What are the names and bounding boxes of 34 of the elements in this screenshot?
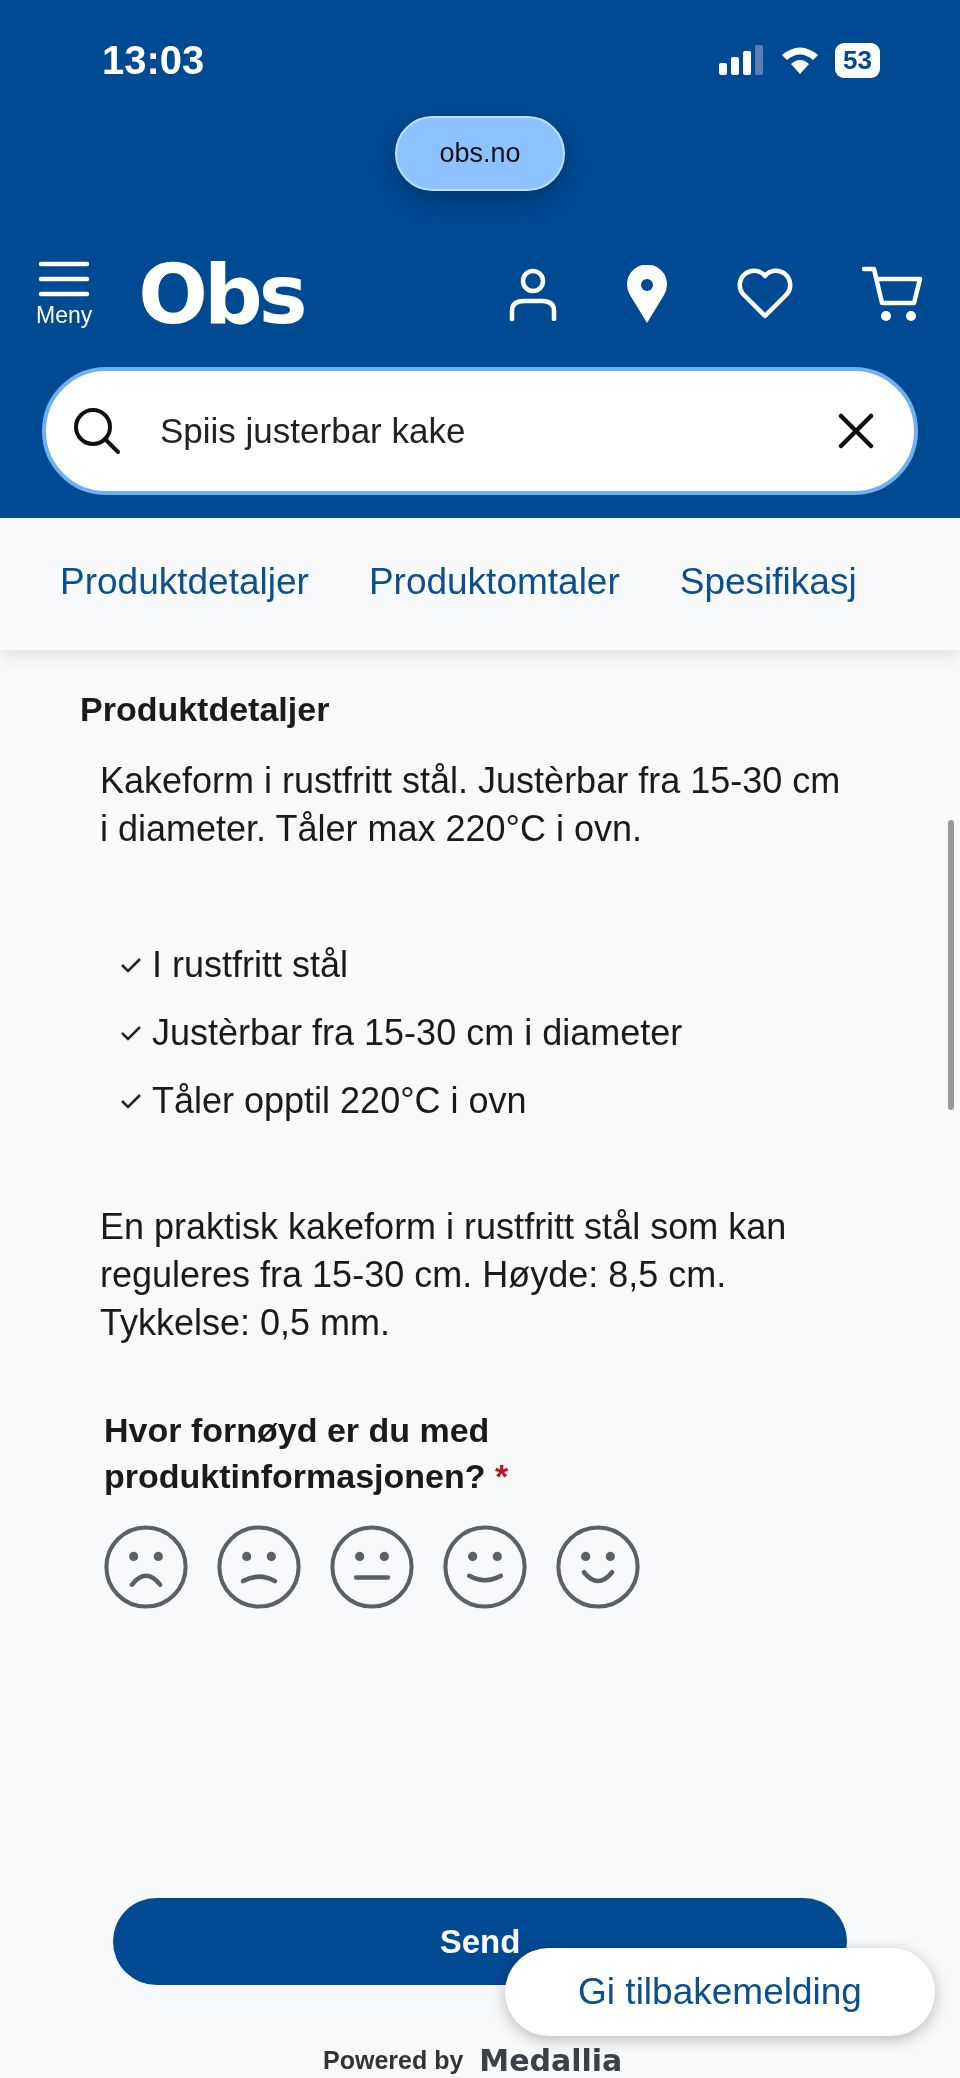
description-paragraph: En praktisk kakeform i rustfritt stål som kan reguleres fra 15-30 cm. Høyde: 8,5 cm. Tykkelse: 0,5 mm. (100, 1205, 788, 1345)
provider-logo: Medallia (479, 2043, 623, 2078)
close-icon[interactable] (838, 413, 874, 449)
location-pin-icon[interactable] (626, 265, 668, 323)
status-time: 13:03 (102, 37, 205, 83)
rating-face-icon[interactable] (102, 1523, 190, 1611)
search-input[interactable]: Spiis justerbar kake (158, 410, 838, 452)
rating-face-icon[interactable] (328, 1523, 416, 1611)
search-icon (72, 406, 122, 456)
survey-question: Hvor fornøyd er du med produktinformasjonen? * (104, 1410, 510, 1497)
rating-face-icon[interactable] (215, 1523, 303, 1611)
tab[interactable]: Spesifikasj (679, 553, 857, 615)
check-icon (120, 1092, 142, 1110)
rating-face-icon[interactable] (441, 1523, 529, 1611)
store-logo[interactable]: Obs (138, 246, 304, 342)
search-bar[interactable]: Spiis justerbar kake (42, 367, 918, 495)
tab[interactable]: Produktomtaler (368, 553, 620, 615)
feature-item: Justèrbar fra 15-30 cm i diameter (152, 1011, 683, 1055)
check-icon (120, 956, 142, 974)
rating-face-icon[interactable] (554, 1523, 642, 1611)
heart-icon[interactable] (736, 268, 794, 320)
address-bar[interactable]: obs.no (395, 116, 565, 191)
intro-paragraph: Kakeform i rustfritt stål. Justèrbar fra 15-30 cm i diameter. Tåler max 220°C i ovn. (100, 759, 842, 851)
battery-indicator: 53 (835, 42, 880, 78)
cart-icon[interactable] (862, 265, 924, 323)
section-title: Produktdetaljer (80, 690, 331, 729)
powered-by-label: Powered by (323, 2046, 464, 2075)
signal-icon (719, 45, 766, 75)
tab[interactable]: Produktdetaljer (60, 553, 309, 615)
user-icon[interactable] (508, 267, 558, 321)
check-icon (120, 1024, 142, 1042)
feature-item: I rustfritt stål (152, 943, 349, 987)
menu-button[interactable]: Meny (36, 259, 93, 329)
feature-item: Tåler opptil 220°C i ovn (152, 1079, 527, 1123)
